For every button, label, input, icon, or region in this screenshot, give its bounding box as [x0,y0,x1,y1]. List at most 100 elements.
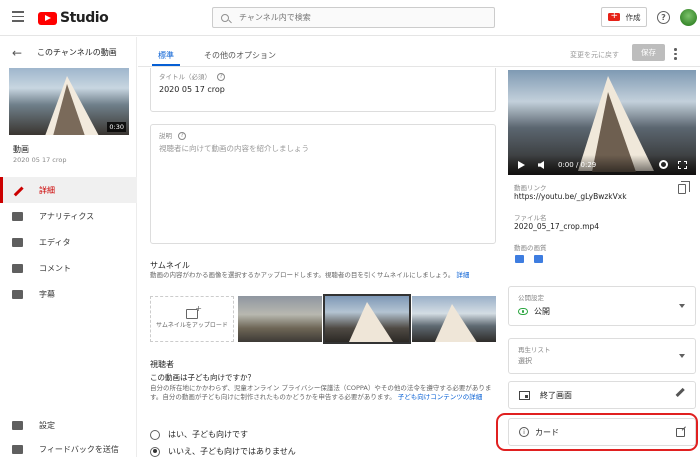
settings-gear-icon[interactable] [659,160,668,169]
sidebar-item-label: フィードバックを送信 [39,444,119,454]
hd-quality-icon [534,255,543,263]
thumbnail-option-1[interactable] [238,296,322,342]
sidebar-item-comments[interactable]: コメント [0,255,137,281]
description-field[interactable]: 説明 ? 視聴者に向けて動画の内容を紹介しましょう [150,124,496,244]
video-player[interactable]: 0:00 / 0:29 [508,70,696,175]
sidebar-item-details[interactable]: 詳細 [0,177,137,203]
radio-label: はい、子ども向けです [168,430,248,439]
create-button[interactable]: 作成 [601,7,647,27]
title-label: タイトル（必須） [159,73,211,81]
eye-icon [518,308,528,315]
radio-not-made-for-kids[interactable]: いいえ、子ども向けではありません [150,446,296,457]
video-thumbnail[interactable]: 0:30 [9,68,129,135]
search-box[interactable] [212,7,495,28]
analytics-icon [12,211,23,221]
thumbnail-option-2[interactable] [323,294,411,344]
sidebar-item-label: 詳細 [39,185,55,195]
sidebar-item-label: 字幕 [39,289,55,299]
video-link[interactable]: https://youtu.be/_gLyBwzkVxk [514,192,627,201]
thumbnail-description: 動画の内容がわかる画像を選択するかアップロードします。視聴者の目を引くサムネイル… [150,271,470,279]
title-value[interactable]: 2020 05 17 crop [159,85,225,94]
comment-icon [12,263,23,273]
sidebar-item-editor[interactable]: エディタ [0,229,137,255]
sidebar-item-label: コメント [39,263,71,273]
audience-section-title: 視聴者 [150,360,174,369]
end-screen-row[interactable]: 終了画面 [508,381,696,409]
video-title: 動画 [13,145,29,154]
sidebar-item-label: 設定 [39,420,55,430]
kids-content-link[interactable]: 子ども向けコンテンツの詳細 [398,393,483,401]
hamburger-menu-icon[interactable] [12,11,24,23]
details-form: タイトル（必須） ? 2020 05 17 crop 説明 ? 視聴者に向けて動… [138,68,500,457]
description-label: 説明 [159,132,172,140]
description-placeholder[interactable]: 視聴者に向けて動画の内容を紹介しましょう [159,143,309,154]
chevron-down-icon [679,304,685,308]
video-link-label: 動画リンク [514,184,547,192]
back-arrow-icon[interactable]: ← [12,46,22,60]
visibility-value: 公開 [534,307,550,316]
sidebar-item-subtitles[interactable]: 字幕 [0,281,137,307]
search-icon [221,13,229,22]
help-icon[interactable]: ? [217,73,226,81]
volume-icon[interactable] [538,161,544,169]
sidebar-bottom: 設定 フィードバックを送信 [0,413,137,457]
visibility-label: 公開設定 [518,294,544,302]
tab-standard[interactable]: 標準 [158,50,174,61]
revert-button[interactable]: 変更を元に戻す [570,50,619,60]
studio-logo[interactable]: Studio [38,10,109,26]
top-bar: Studio 作成 ? [0,0,700,36]
radio-made-for-kids[interactable]: はい、子ども向けです [150,429,248,440]
sidebar-item-label: アナリティクス [39,211,95,221]
radio-button[interactable] [150,446,160,457]
sidebar-item-feedback[interactable]: フィードバックを送信 [0,437,137,457]
audience-question: この動画は子ども向けですか？ [150,373,255,382]
sidebar-item-analytics[interactable]: アナリティクス [0,203,137,229]
radio-label: いいえ、子ども向けではありません [168,447,296,456]
add-photo-icon [186,304,202,319]
more-options-icon[interactable] [674,48,677,62]
video-quality-label: 動画の画質 [514,244,547,252]
chevron-down-icon [679,354,685,358]
title-field[interactable]: タイトル（必須） ? 2020 05 17 crop [150,68,496,112]
sidebar-item-settings[interactable]: 設定 [0,413,137,437]
tab-other-options[interactable]: その他のオプション [204,50,276,61]
subtitles-icon [12,289,23,299]
play-icon[interactable] [518,161,525,169]
video-subtitle: 2020 05 17 crop [13,156,67,164]
player-time: 0:00 / 0:29 [558,161,597,169]
create-video-icon [607,11,620,21]
audience-description: 自分の所在地にかかわらず、児童オンライン プライバシー保護法（COPPA）やその… [150,384,492,401]
pencil-icon [12,186,23,195]
playlist-select[interactable]: 再生リスト 選択 [508,338,696,374]
gear-icon [12,420,23,430]
thumbnail-learn-more-link[interactable]: 詳細 [456,271,469,279]
save-button[interactable]: 保存 [632,44,665,61]
filename-label: ファイル名 [514,214,547,222]
editor-icon [12,237,23,247]
visibility-select[interactable]: 公開設定 公開 [508,286,696,326]
filename: 2020_05_17_crop.mp4 [514,222,600,231]
logo-text: Studio [60,10,109,26]
thumbnail-options: サムネイルをアップロード [150,294,500,346]
help-icon[interactable]: ? [657,11,670,24]
sidebar-item-label: エディタ [39,237,71,247]
pencil-icon[interactable] [675,387,685,397]
tab-underline [152,64,180,66]
search-input[interactable] [239,13,479,22]
channel-videos-title[interactable]: このチャンネルの動画 [37,47,117,58]
avatar[interactable] [680,9,697,26]
right-panel: 0:00 / 0:29 動画リンク https://youtu.be/_gLyB… [500,68,700,457]
youtube-logo-icon [38,11,57,25]
create-label: 作成 [625,12,641,22]
cards-highlight-annotation [496,413,698,451]
end-screen-label: 終了画面 [540,390,572,400]
thumbnail-section-title: サムネイル [150,261,190,270]
playlist-value: 選択 [518,357,532,365]
copy-icon[interactable] [678,181,690,194]
help-icon[interactable]: ? [178,132,187,140]
radio-button[interactable] [150,429,160,440]
upload-thumbnail-button[interactable]: サムネイルをアップロード [150,296,234,342]
player-controls: 0:00 / 0:29 [508,155,696,175]
thumbnail-option-3[interactable] [412,296,496,342]
fullscreen-icon[interactable] [678,161,687,169]
